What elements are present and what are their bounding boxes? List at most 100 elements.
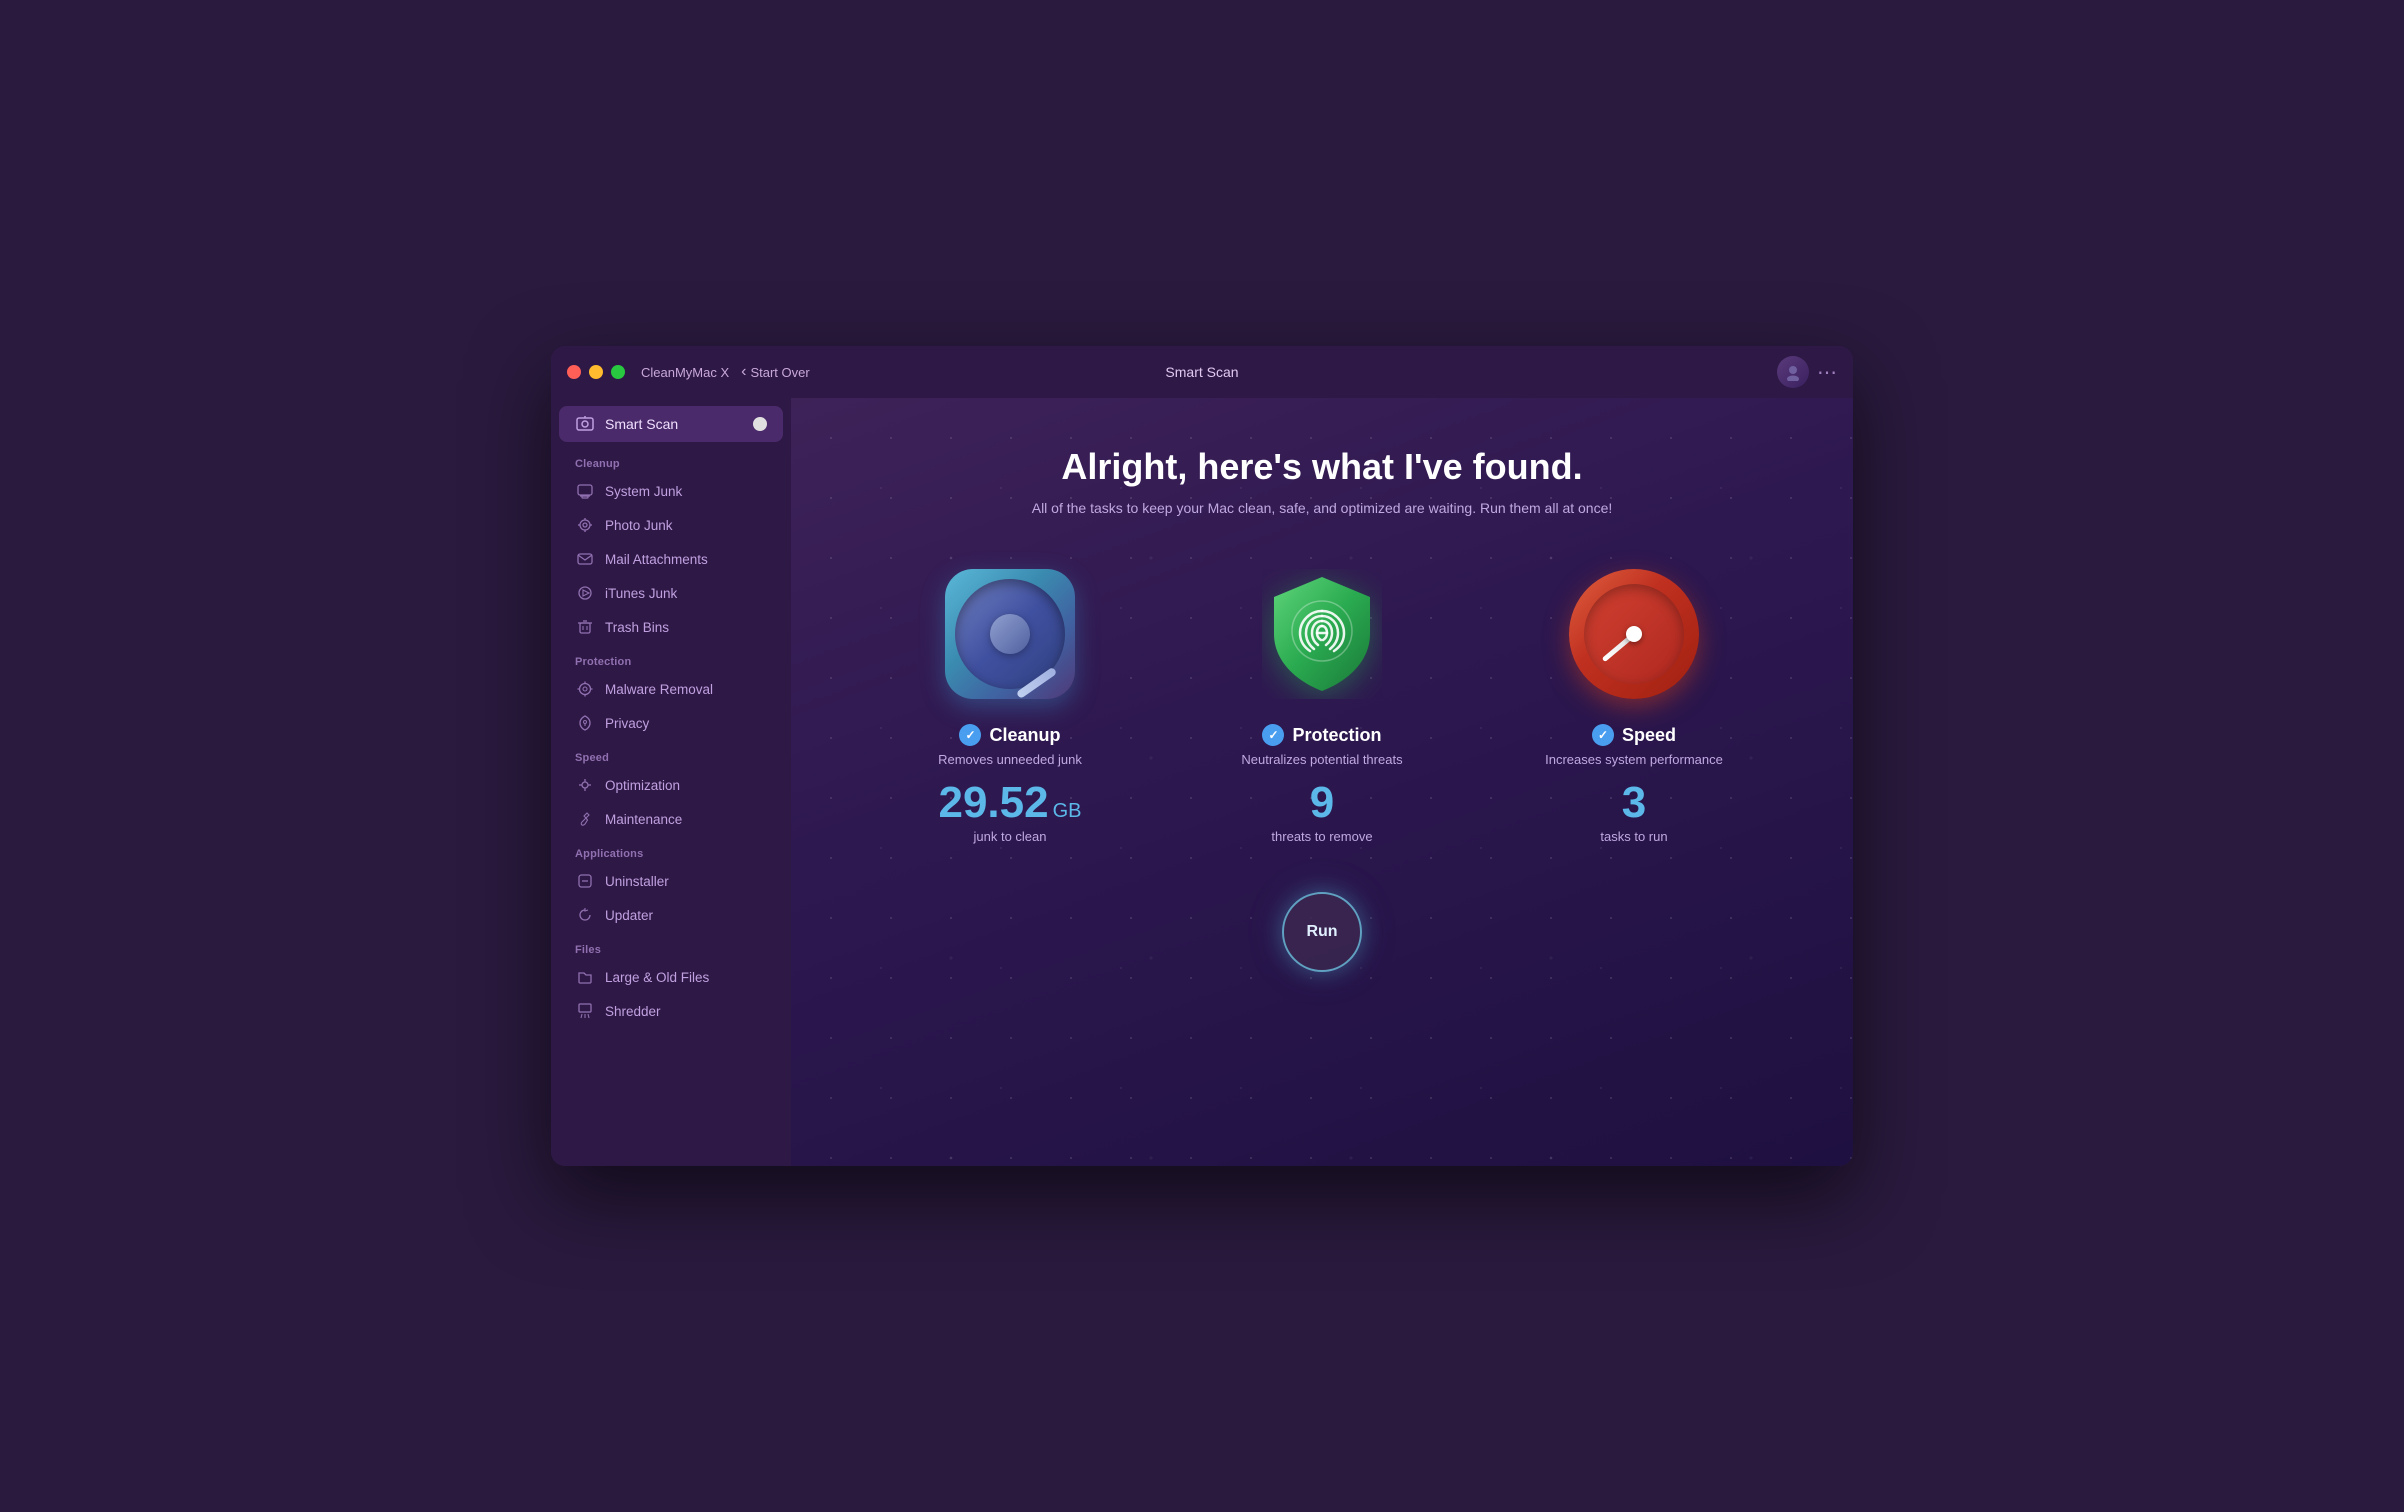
sidebar-item-maintenance[interactable]: Maintenance bbox=[551, 802, 791, 836]
cleanup-title: Cleanup bbox=[989, 725, 1060, 746]
shredder-label: Shredder bbox=[605, 1004, 661, 1019]
speed-desc: Increases system performance bbox=[1545, 752, 1723, 767]
sidebar-item-optimization[interactable]: Optimization bbox=[551, 768, 791, 802]
sidebar-item-updater[interactable]: Updater bbox=[551, 898, 791, 932]
files-section-header: Files bbox=[551, 932, 791, 960]
sidebar-item-system-junk[interactable]: System Junk bbox=[551, 474, 791, 508]
speed-section-header: Speed bbox=[551, 740, 791, 768]
protection-label: threats to remove bbox=[1271, 829, 1372, 844]
sidebar-item-large-old-files[interactable]: Large & Old Files bbox=[551, 960, 791, 994]
run-button[interactable]: Run bbox=[1282, 892, 1362, 972]
uninstaller-icon bbox=[575, 871, 595, 891]
optimization-icon bbox=[575, 775, 595, 795]
itunes-junk-label: iTunes Junk bbox=[605, 586, 677, 601]
cleanup-title-row: ✓ Cleanup bbox=[959, 724, 1060, 746]
sidebar-item-trash-bins[interactable]: Trash Bins bbox=[551, 610, 791, 644]
back-arrow-icon: ‹ bbox=[741, 363, 746, 381]
cleanup-label: junk to clean bbox=[974, 829, 1047, 844]
disk-icon bbox=[945, 569, 1075, 699]
main-subheading: All of the tasks to keep your Mac clean,… bbox=[1032, 500, 1613, 516]
smart-scan-label: Smart Scan bbox=[605, 416, 753, 432]
privacy-label: Privacy bbox=[605, 716, 649, 731]
shield-wrap bbox=[1257, 564, 1387, 704]
close-button[interactable] bbox=[567, 365, 581, 379]
cleanup-card: ✓ Cleanup Removes unneeded junk 29.52 GB… bbox=[870, 564, 1150, 844]
maintenance-label: Maintenance bbox=[605, 812, 682, 827]
malware-icon bbox=[575, 679, 595, 699]
cleanup-checkmark: ✓ bbox=[959, 724, 981, 746]
disk-arm bbox=[1016, 667, 1057, 699]
mail-attachments-label: Mail Attachments bbox=[605, 552, 708, 567]
trash-icon bbox=[575, 617, 595, 637]
photo-junk-icon bbox=[575, 515, 595, 535]
maximize-button[interactable] bbox=[611, 365, 625, 379]
main-layout: Smart Scan Cleanup System Junk bbox=[551, 398, 1853, 1166]
speed-checkmark: ✓ bbox=[1592, 724, 1614, 746]
cards-row: ✓ Cleanup Removes unneeded junk 29.52 GB… bbox=[870, 564, 1774, 844]
back-label: Start Over bbox=[750, 365, 809, 380]
maintenance-icon bbox=[575, 809, 595, 829]
updater-icon bbox=[575, 905, 595, 925]
updater-label: Updater bbox=[605, 908, 653, 923]
sidebar-item-photo-junk[interactable]: Photo Junk bbox=[551, 508, 791, 542]
trash-bins-label: Trash Bins bbox=[605, 620, 669, 635]
shredder-icon bbox=[575, 1001, 595, 1021]
smart-scan-icon bbox=[575, 414, 595, 434]
applications-section-header: Applications bbox=[551, 836, 791, 864]
optimization-label: Optimization bbox=[605, 778, 680, 793]
protection-title: Protection bbox=[1292, 725, 1381, 746]
sidebar-item-privacy[interactable]: Privacy bbox=[551, 706, 791, 740]
sidebar-item-smart-scan[interactable]: Smart Scan bbox=[559, 406, 783, 442]
uninstaller-label: Uninstaller bbox=[605, 874, 669, 889]
speed-value: 3 bbox=[1622, 778, 1646, 827]
window-title: Smart Scan bbox=[1165, 364, 1238, 380]
gauge-inner bbox=[1584, 584, 1684, 684]
photo-junk-label: Photo Junk bbox=[605, 518, 673, 533]
main-heading: Alright, here's what I've found. bbox=[1061, 446, 1582, 488]
protection-card: ✓ Protection Neutralizes potential threa… bbox=[1182, 564, 1462, 844]
protection-title-row: ✓ Protection bbox=[1262, 724, 1381, 746]
gauge-icon bbox=[1569, 569, 1699, 699]
sidebar-item-uninstaller[interactable]: Uninstaller bbox=[551, 864, 791, 898]
protection-section-header: Protection bbox=[551, 644, 791, 672]
protection-checkmark: ✓ bbox=[1262, 724, 1284, 746]
system-junk-icon bbox=[575, 481, 595, 501]
cleanup-unit: GB bbox=[1053, 800, 1082, 823]
mail-icon bbox=[575, 549, 595, 569]
gauge-dot bbox=[1626, 626, 1642, 642]
speed-title: Speed bbox=[1622, 725, 1676, 746]
cleanup-section-header: Cleanup bbox=[551, 446, 791, 474]
title-bar-right: ⋯ bbox=[1777, 356, 1837, 388]
cleanup-desc: Removes unneeded junk bbox=[938, 752, 1082, 767]
sidebar: Smart Scan Cleanup System Junk bbox=[551, 398, 791, 1166]
malware-removal-label: Malware Removal bbox=[605, 682, 713, 697]
speed-label: tasks to run bbox=[1600, 829, 1667, 844]
smart-scan-toggle bbox=[753, 417, 767, 431]
title-bar: CleanMyMac X ‹ Start Over Smart Scan ⋯ bbox=[551, 346, 1853, 398]
speed-icon-wrap bbox=[1564, 564, 1704, 704]
itunes-icon bbox=[575, 583, 595, 603]
speed-card: ✓ Speed Increases system performance 3 t… bbox=[1494, 564, 1774, 844]
cleanup-icon-wrap bbox=[940, 564, 1080, 704]
avatar[interactable] bbox=[1777, 356, 1809, 388]
content-area: Alright, here's what I've found. All of … bbox=[791, 398, 1853, 1166]
more-options-button[interactable]: ⋯ bbox=[1817, 360, 1837, 385]
files-icon bbox=[575, 967, 595, 987]
minimize-button[interactable] bbox=[589, 365, 603, 379]
large-old-files-label: Large & Old Files bbox=[605, 970, 709, 985]
back-button[interactable]: ‹ Start Over bbox=[741, 363, 810, 381]
protection-icon-wrap bbox=[1252, 564, 1392, 704]
traffic-lights bbox=[567, 365, 625, 379]
app-window: CleanMyMac X ‹ Start Over Smart Scan ⋯ bbox=[551, 346, 1853, 1166]
app-title: CleanMyMac X bbox=[641, 365, 729, 380]
speed-title-row: ✓ Speed bbox=[1592, 724, 1676, 746]
sidebar-item-itunes-junk[interactable]: iTunes Junk bbox=[551, 576, 791, 610]
protection-value: 9 bbox=[1310, 778, 1334, 827]
protection-desc: Neutralizes potential threats bbox=[1241, 752, 1402, 767]
sidebar-item-malware-removal[interactable]: Malware Removal bbox=[551, 672, 791, 706]
system-junk-label: System Junk bbox=[605, 484, 682, 499]
run-button-wrap: Run bbox=[1282, 892, 1362, 972]
sidebar-item-shredder[interactable]: Shredder bbox=[551, 994, 791, 1028]
cleanup-value: 29.52 bbox=[938, 781, 1048, 825]
sidebar-item-mail-attachments[interactable]: Mail Attachments bbox=[551, 542, 791, 576]
